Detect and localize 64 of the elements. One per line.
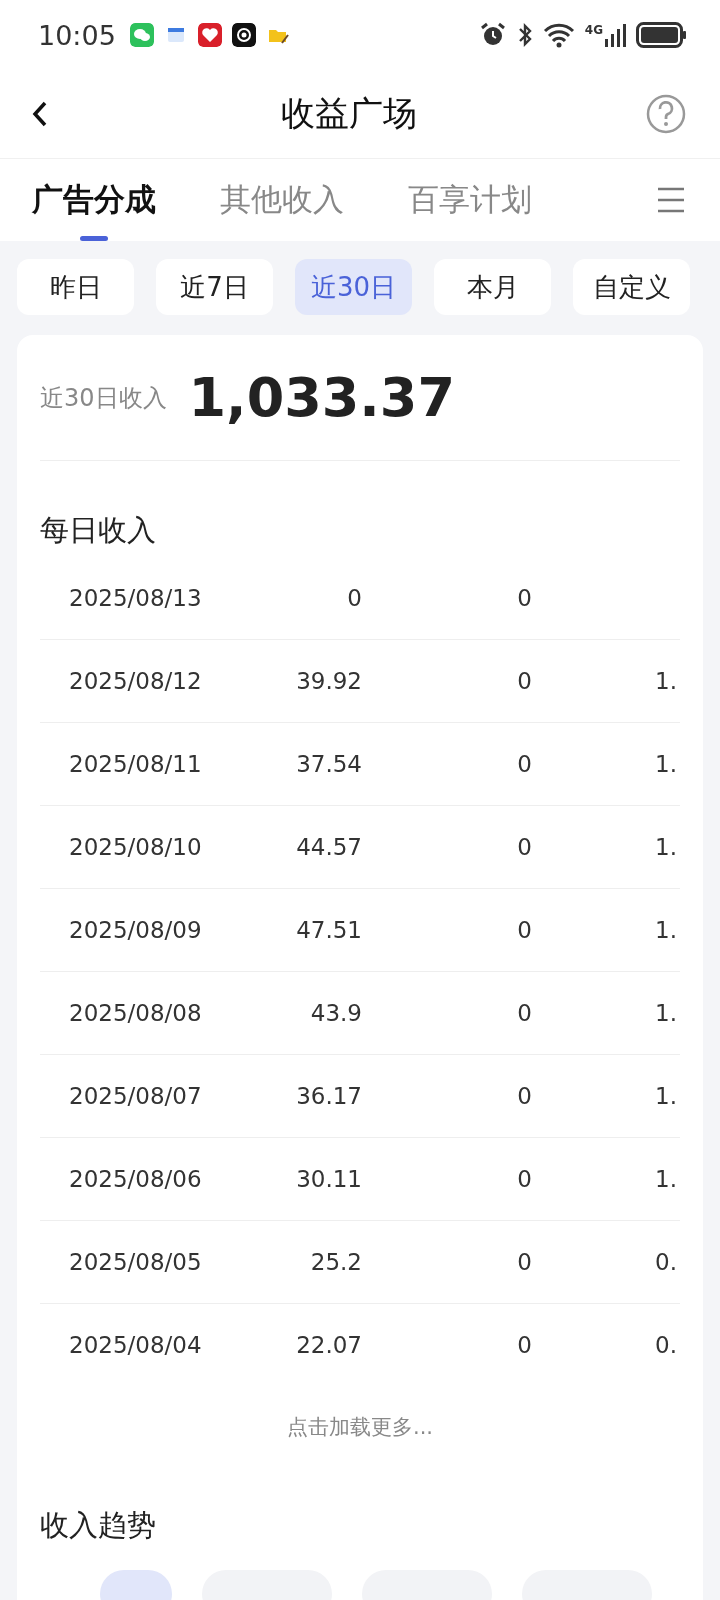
network-label: 4G: [584, 23, 603, 37]
summary-label: 近30日收入: [40, 382, 167, 414]
tab[interactable]: 百享计划: [408, 159, 532, 241]
table-cell: 39.92: [296, 668, 362, 694]
tab[interactable]: 广告分成: [32, 159, 156, 241]
table-cell-text: 0.: [654, 1249, 677, 1275]
page-title: 收益广场: [281, 92, 417, 135]
table-cell: 0: [517, 585, 532, 611]
table-cell-text: 2025/08/09: [68, 917, 203, 943]
income-amount: 1,033.37: [188, 366, 455, 429]
table-cell-text: 2025/08/08: [68, 1000, 203, 1026]
signal-icon: [604, 23, 626, 47]
table-cell: 0: [517, 1249, 532, 1275]
table-cell-text: 1.: [654, 1000, 677, 1026]
table-cell: 43.9: [310, 1000, 362, 1026]
help-icon[interactable]: [646, 94, 686, 134]
period-chip[interactable]: 近7日: [156, 259, 273, 315]
table-cell-text: 2025/08/13: [68, 585, 203, 611]
period-chip[interactable]: 近30日: [295, 259, 412, 315]
table-cell-text: 2025/08/12: [68, 668, 203, 694]
table-cell: 25.2: [310, 1249, 362, 1275]
table-cell: 0: [517, 1083, 532, 1109]
table-cell: 0: [517, 834, 532, 860]
table-cell: 0: [517, 751, 532, 777]
table-cell-text: 1.: [654, 1166, 677, 1192]
menu-icon[interactable]: [656, 185, 686, 215]
table-cell: 0: [517, 668, 532, 694]
load-more-link[interactable]: 点击加载更多...: [281, 1412, 439, 1442]
battery-icon: [636, 22, 688, 48]
chat-app-icon: [129, 23, 154, 47]
table-cell: 0: [517, 1000, 532, 1026]
table-cell: 0: [347, 585, 362, 611]
table-cell-text: 2025/08/04: [68, 1332, 203, 1358]
period-chip[interactable]: 昨日: [17, 259, 134, 315]
camera-app-icon: [231, 23, 256, 47]
heart-app-icon: [197, 23, 222, 47]
table-cell-text: 1.: [654, 1083, 677, 1109]
status-time: 10:05: [38, 19, 116, 51]
table-cell: 0: [517, 1166, 532, 1192]
period-chip[interactable]: 自定义: [573, 259, 690, 315]
section-title: 收入趋势: [40, 1507, 156, 1544]
table-cell-text: 1.: [654, 917, 677, 943]
tab[interactable]: 其他收入: [220, 159, 344, 241]
table-cell-text: 2025/08/07: [68, 1083, 203, 1109]
table-cell-text: 2025/08/06: [68, 1166, 203, 1192]
wifi-icon: [542, 22, 575, 48]
table-cell-text: 2025/08/11: [68, 751, 203, 777]
period-chip[interactable]: 本月: [434, 259, 551, 315]
table-cell-text: 1.: [654, 668, 677, 694]
table-cell-text: 1.: [654, 834, 677, 860]
table-cell: 22.07: [296, 1332, 362, 1358]
bluetooth-icon: [516, 21, 533, 49]
table-cell: 44.57: [296, 834, 362, 860]
table-cell: 0: [517, 917, 532, 943]
table-cell: 30.11: [296, 1166, 362, 1192]
table-cell-text: 2025/08/05: [68, 1249, 203, 1275]
table-cell: 0: [517, 1332, 532, 1358]
section-title: 每日收入: [40, 512, 156, 549]
table-cell-text: 0.: [654, 1332, 677, 1358]
table-cell: 47.51: [296, 917, 362, 943]
table-cell: 36.17: [296, 1083, 362, 1109]
table-cell-text: 1.: [654, 751, 677, 777]
table-cell: 37.54: [296, 751, 362, 777]
table-cell-text: 2025/08/10: [68, 834, 203, 860]
